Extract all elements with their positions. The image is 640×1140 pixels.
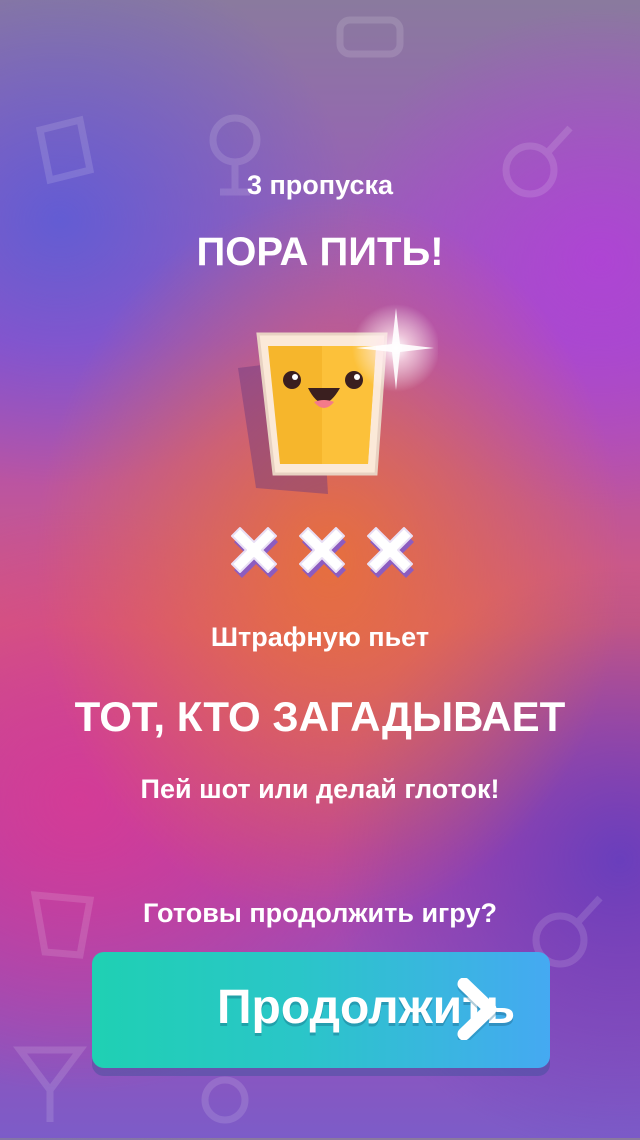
page-title: ПОРА ПИТЬ! (196, 230, 444, 274)
smiling-glass-icon (228, 298, 440, 498)
skip-strikes (222, 516, 422, 584)
continue-prompt: Готовы продолжить игру? (143, 898, 497, 928)
continue-button[interactable]: Продолжить (92, 952, 550, 1068)
x-mark-icon (299, 527, 346, 578)
x-mark-icon (367, 527, 414, 578)
x-mark-icon (231, 527, 278, 578)
penalty-label: Штрафную пьет (210, 622, 430, 652)
penalty-target: ТОТ, КТО ЗАГАДЫВАЕТ (74, 693, 566, 740)
sparkle-icon (352, 304, 440, 392)
instruction-text: Пей шот или делай глоток! (140, 774, 500, 804)
wine-glass-doodle-icon (201, 1076, 249, 1124)
bottle-doodle-icon (336, 16, 404, 58)
cocktail-doodle-icon (13, 1046, 87, 1122)
chevron-right-icon (457, 978, 497, 1040)
skips-count-text: 3 пропуска (246, 170, 393, 200)
